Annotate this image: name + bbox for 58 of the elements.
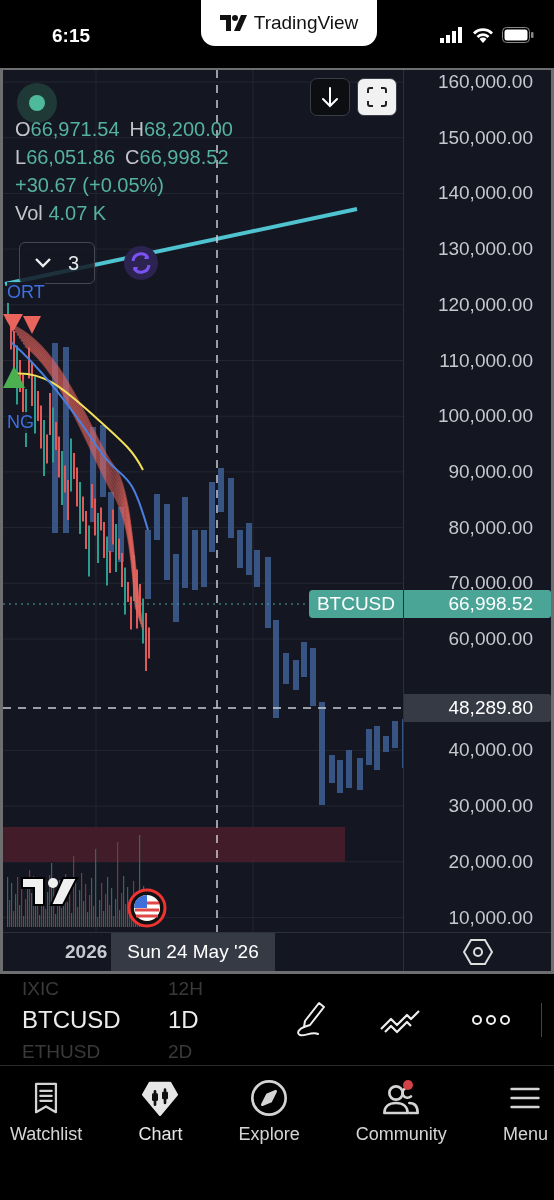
tradingview-watermark-icon [21,876,79,906]
wifi-icon [472,27,494,43]
ohlc-value: H68,200.00 [129,118,233,141]
price-axis-label: 160,000.00 [437,71,533,93]
price-axis-label: 110,000.00 [439,349,533,372]
more-dots-icon [471,1013,511,1026]
settings-icon[interactable] [462,938,493,966]
price-axis-label: 80,000.00 [448,516,533,539]
scroll-down-button[interactable] [310,78,350,116]
crosshair-date-tag: Sun 24 May '26 [111,933,275,971]
buy-signal-icon [3,366,25,388]
us-flag-icon[interactable] [127,888,167,928]
sell-signal-icon [23,316,41,334]
crosshair-price-tag: 48,289.80 [404,694,551,722]
chevron-down-icon [34,257,52,269]
price-axis-label: 90,000.00 [448,460,533,483]
tab-bar-item[interactable]: Menu [502,1078,548,1200]
signal-icon [440,27,464,43]
price-axis-label: 140,000.00 [437,182,533,205]
ohlc-value: L66,051.86 [15,146,116,169]
price-axis-label: 100,000.00 [437,405,533,428]
tab-bar-item[interactable]: Watchlist [10,1078,83,1200]
fullscreen-icon [366,86,388,108]
battery-icon [502,27,534,43]
price-axis-label: 40,000.00 [448,739,533,762]
refresh-icon[interactable] [124,246,158,280]
more-button[interactable] [471,1013,511,1026]
tradingview-logo-icon [219,15,248,31]
clock-time: 6:15 [52,25,91,47]
down-arrow-icon [321,86,339,108]
price-axis-label: 60,000.00 [448,628,533,650]
price-change: +30.67 (+0.05%) [15,174,165,197]
compass-icon [249,1078,290,1118]
volume-value: Vol 4.07 K [15,202,108,225]
ohlc-value: O66,971.54 [15,118,120,141]
interval-option[interactable]: 1D [168,1007,199,1032]
price-axis-label: 120,000.00 [437,293,533,316]
symbol-price-tag: BTCUSD [308,590,403,618]
tab-bar-item[interactable]: Explore [238,1078,300,1200]
app-pill[interactable]: TradingView [201,0,377,46]
price-axis-label: 20,000.00 [448,850,533,873]
notification-dot [402,1080,413,1090]
price-axis-label: 10,000.00 [448,906,533,929]
signal-label: ORT [7,282,45,303]
price-axis-label: 130,000.00 [437,238,533,261]
status-dot-icon [29,95,45,111]
tab-bar-item[interactable]: Community [355,1078,447,1200]
app-name: TradingView [253,12,359,34]
tab-bar-item[interactable]: Chart [138,1078,183,1200]
price-axis-label: 150,000.00 [437,126,533,149]
signal-label: NG [7,412,34,433]
last-price-tag: 66,998.52 [404,590,551,618]
symbol-option[interactable]: BTCUSD [22,1007,121,1032]
ohlc-value: C66,998.52 [125,146,229,169]
fullscreen-button[interactable] [357,78,397,116]
time-axis-label: 2026 [65,941,108,963]
price-axis-label: 30,000.00 [448,795,533,818]
indicators-toggle[interactable]: 3 [19,242,95,284]
